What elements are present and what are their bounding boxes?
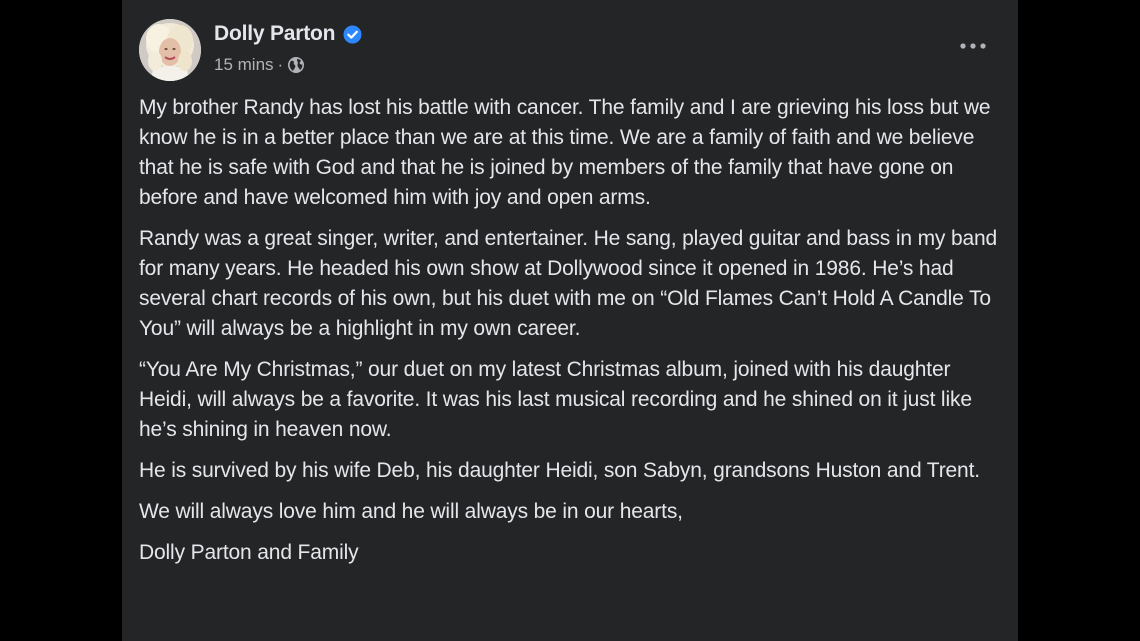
post-signature: Dolly Parton and Family <box>139 541 359 564</box>
author-avatar[interactable] <box>139 19 201 81</box>
more-options-button[interactable] <box>958 34 988 58</box>
facebook-post: Dolly Parton 15 mins · My brother Randy … <box>122 0 1018 641</box>
post-paragraph: “You Are My Christmas,” our duet on my l… <box>139 358 972 441</box>
post-paragraph: We will always love him and he will alwa… <box>139 500 683 523</box>
post-header: Dolly Parton 15 mins · <box>139 19 1002 81</box>
post-paragraph: My brother Randy has lost his battle wit… <box>139 96 991 209</box>
meta-separator: · <box>277 55 284 74</box>
post-timestamp[interactable]: 15 mins <box>214 55 274 75</box>
verified-badge-icon <box>343 25 362 44</box>
more-horizontal-icon <box>960 43 986 49</box>
screenshot-frame: Dolly Parton 15 mins · My brother Randy … <box>0 0 1140 641</box>
post-message: My brother Randy has lost his battle wit… <box>139 93 1005 579</box>
author-line: Dolly Parton <box>214 22 362 46</box>
author-name[interactable]: Dolly Parton <box>214 22 335 46</box>
post-paragraph: He is survived by his wife Deb, his daug… <box>139 459 980 482</box>
avatar-photo <box>139 19 201 81</box>
globe-icon[interactable] <box>287 56 305 74</box>
post-meta: 15 mins · <box>214 55 305 75</box>
post-paragraph: Randy was a great singer, writer, and en… <box>139 227 998 340</box>
